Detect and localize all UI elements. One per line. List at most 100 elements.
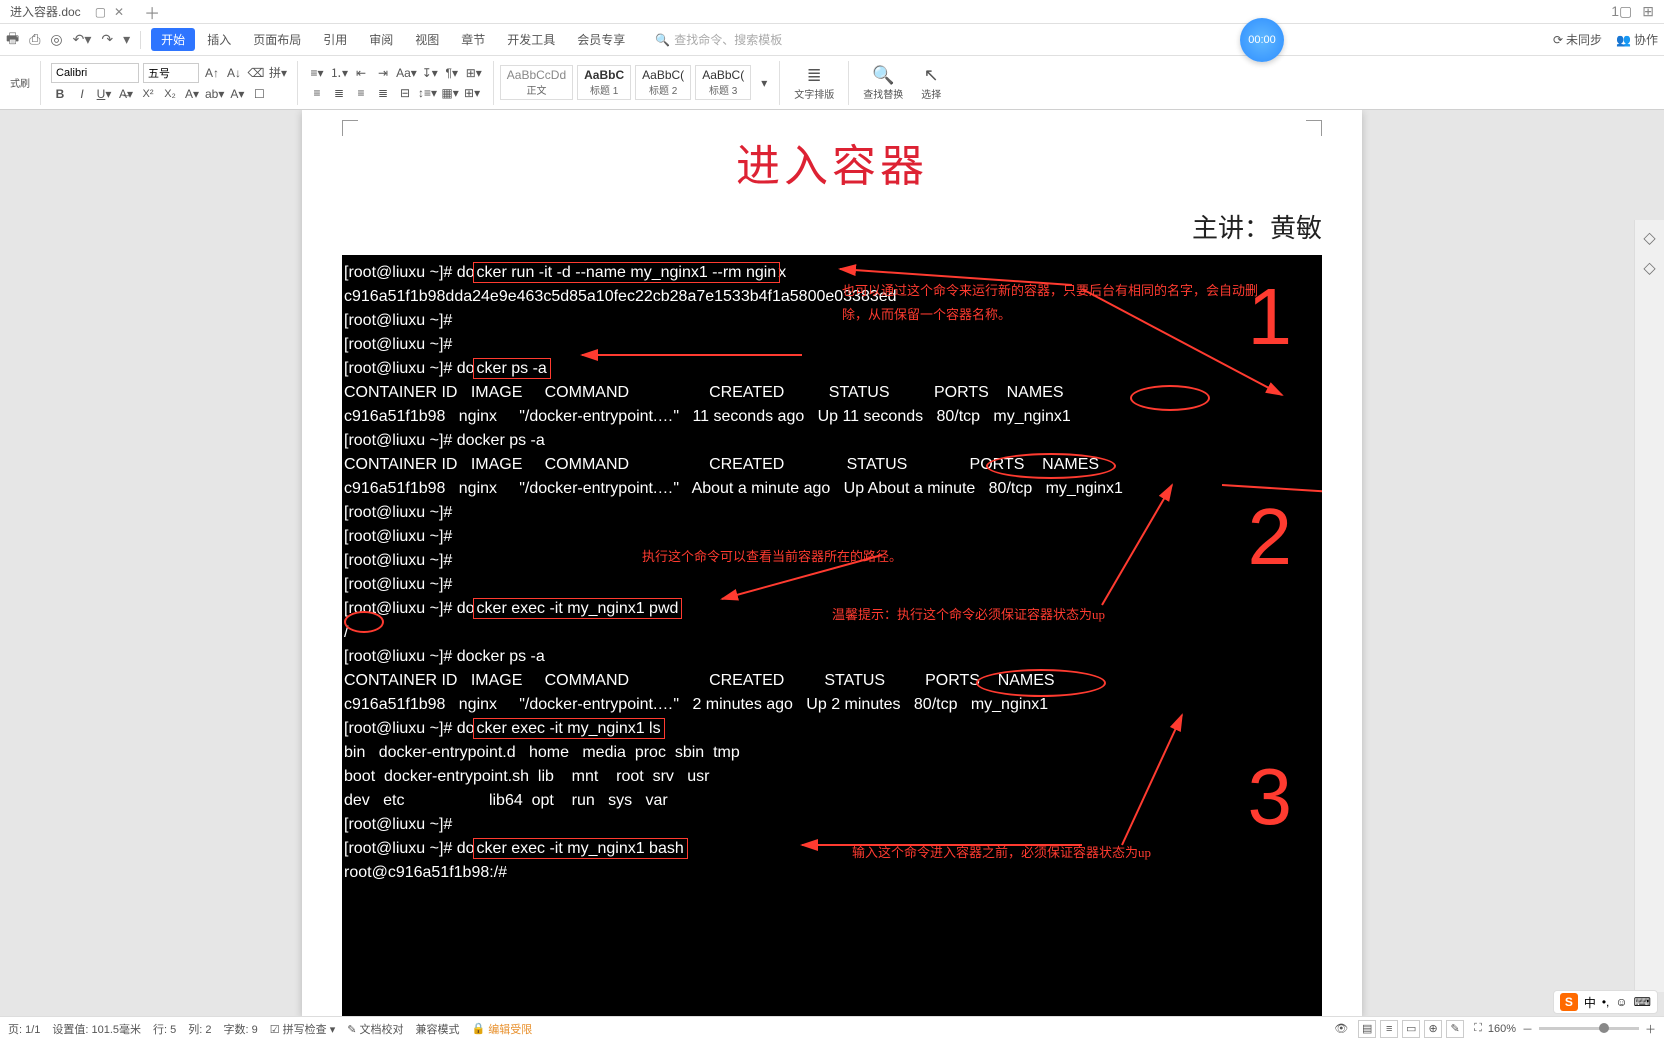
distribute-icon[interactable]: ⊟ (396, 84, 414, 102)
record-timer[interactable]: 00:00 (1240, 18, 1284, 62)
redo-icon[interactable]: ↷ (101, 31, 113, 48)
zoom-control[interactable]: ⛶ 160% － ＋ (1474, 1021, 1656, 1037)
ime-lang[interactable]: 中 (1584, 994, 1596, 1011)
quick-print-icon[interactable]: ◎ (50, 31, 62, 48)
status-doccheck[interactable]: ✎ 文档校对 (347, 1021, 403, 1037)
ime-punct[interactable]: •, (1602, 995, 1610, 1009)
terminal-line: [root@liuxu ~]# docker exec -it my_nginx… (344, 837, 1320, 861)
tab-view[interactable]: 视图 (405, 28, 449, 51)
sort-icon[interactable]: ↧▾ (421, 64, 439, 82)
italic-icon[interactable]: I (73, 85, 91, 103)
command-search[interactable]: 🔍 查找命令、搜索模板 (655, 31, 782, 48)
terminal-screenshot: [root@liuxu ~]# docker run -it -d --name… (342, 255, 1322, 1016)
ime-emoji[interactable]: ☺ (1615, 995, 1627, 1009)
underline-icon[interactable]: U▾ (95, 85, 113, 103)
magnifier-icon: 🔍 (872, 65, 894, 86)
view-web-icon[interactable]: ⊕ (1424, 1020, 1442, 1038)
format-painter-label[interactable]: 式刷 (10, 75, 30, 90)
align-left-icon[interactable]: ≡ (308, 84, 326, 102)
align-center-icon[interactable]: ≣ (330, 84, 348, 102)
search-icon: 🔍 (655, 33, 670, 47)
clear-format-icon[interactable]: ⌫ (247, 64, 265, 82)
highlight-icon[interactable]: ab▾ (205, 85, 224, 103)
styles-gallery[interactable]: AaBbCcDd 正文 AaBbC 标题 1 AaBbC( 标题 2 AaBbC… (500, 65, 773, 100)
tabs-icon[interactable]: ⊞▾ (465, 64, 483, 82)
document-area[interactable]: 进入容器 主讲：黄敏 [root@liuxu ~]# docker run -i… (0, 110, 1664, 1016)
rail-icon[interactable]: ◇ (1643, 258, 1655, 278)
bold-icon[interactable]: B (51, 85, 69, 103)
font-effect-icon[interactable]: A▾ (228, 85, 246, 103)
window-mode-icon[interactable]: 1▢ (1611, 3, 1632, 20)
zoom-slider[interactable] (1539, 1027, 1639, 1030)
document-tab[interactable]: 进入容器.doc ▢ ✕ (0, 0, 134, 23)
numbering-icon[interactable]: ⒈▾ (330, 64, 348, 82)
grow-font-icon[interactable]: A↑ (203, 64, 221, 82)
borders-icon[interactable]: ⊞▾ (463, 84, 481, 102)
justify-icon[interactable]: ≣ (374, 84, 392, 102)
undo-icon[interactable]: ↶▾ (73, 31, 92, 48)
tab-start[interactable]: 开始 (151, 28, 195, 51)
style-normal[interactable]: AaBbCcDd 正文 (500, 65, 573, 100)
select-button[interactable]: ↖ 选择 (913, 65, 949, 101)
subscript-icon[interactable]: X₂ (161, 85, 179, 103)
font-name-select[interactable] (51, 63, 139, 83)
strike-icon[interactable]: A̶▾ (117, 85, 135, 103)
tab-pin-icon[interactable]: ▢ (95, 5, 106, 19)
collab-button[interactable]: 👥 协作 (1616, 31, 1658, 48)
status-row[interactable]: 行: 5 (153, 1021, 176, 1037)
text-layout-button[interactable]: ≣ 文字排版 (786, 65, 842, 101)
status-compat[interactable]: 兼容模式 (416, 1021, 460, 1037)
line-spacing-icon[interactable]: ↕≡▾ (418, 84, 437, 102)
tab-close-icon[interactable]: ✕ (114, 5, 124, 19)
superscript-icon[interactable]: X² (139, 85, 157, 103)
eye-icon[interactable]: 👁 (1334, 1022, 1348, 1035)
font-size-select[interactable] (143, 63, 199, 83)
view-read-icon[interactable]: ▭ (1402, 1020, 1420, 1038)
tab-insert[interactable]: 插入 (197, 28, 241, 51)
tab-chapter[interactable]: 章节 (451, 28, 495, 51)
show-marks-icon[interactable]: ¶▾ (443, 64, 461, 82)
style-h1[interactable]: AaBbC 标题 1 (577, 65, 631, 100)
ime-keyboard-icon[interactable]: ⌨ (1634, 995, 1651, 1009)
font-color-icon[interactable]: A▾ (183, 85, 201, 103)
outdent-icon[interactable]: ⇤ (352, 64, 370, 82)
status-lock[interactable]: 🔒 编辑受限 (472, 1021, 533, 1037)
status-page[interactable]: 页: 1/1 (8, 1021, 40, 1037)
view-draft-icon[interactable]: ✎ (1446, 1020, 1464, 1038)
tab-pagelayout[interactable]: 页面布局 (243, 28, 311, 51)
styles-more-icon[interactable]: ▾ (755, 74, 773, 92)
shrink-font-icon[interactable]: A↓ (225, 64, 243, 82)
status-spellcheck[interactable]: ☑ 拼写检查 ▾ (270, 1021, 336, 1037)
zoom-in-icon[interactable]: ＋ (1645, 1021, 1656, 1037)
tab-member[interactable]: 会员专享 (567, 28, 635, 51)
tab-reference[interactable]: 引用 (313, 28, 357, 51)
grid-icon[interactable]: ⊞ (1642, 3, 1654, 20)
shading-icon[interactable]: ▦▾ (441, 84, 459, 102)
status-position[interactable]: 设置值: 101.5毫米 (52, 1021, 141, 1037)
new-tab-button[interactable]: ＋ (134, 0, 170, 24)
zoom-out-icon[interactable]: － (1522, 1021, 1533, 1037)
view-outline-icon[interactable]: ≡ (1380, 1020, 1398, 1038)
sync-status[interactable]: ⟳ 未同步 (1553, 31, 1602, 48)
char-border-icon[interactable]: ☐ (250, 85, 268, 103)
indent-icon[interactable]: ⇥ (374, 64, 392, 82)
bullets-icon[interactable]: ≡▾ (308, 64, 326, 82)
tab-review[interactable]: 审阅 (359, 28, 403, 51)
rail-icon[interactable]: ◇ (1643, 228, 1655, 248)
view-page-icon[interactable]: ▤ (1358, 1020, 1376, 1038)
more-qa-icon[interactable]: ▾ (123, 31, 130, 48)
align-right-icon[interactable]: ≡ (352, 84, 370, 102)
ime-bar[interactable]: S 中 •, ☺ ⌨ (1553, 990, 1658, 1014)
print-icon[interactable]: 🖶 (6, 28, 19, 52)
zoom-value[interactable]: 160% (1488, 1023, 1516, 1035)
pinyin-icon[interactable]: 拼▾ (269, 64, 287, 82)
style-h3[interactable]: AaBbC( 标题 3 (695, 65, 751, 100)
tab-dev[interactable]: 开发工具 (497, 28, 565, 51)
case-icon[interactable]: Aa▾ (396, 64, 417, 82)
zoom-fit-icon[interactable]: ⛶ (1474, 1022, 1482, 1035)
status-col[interactable]: 列: 2 (188, 1021, 211, 1037)
print-preview-icon[interactable]: ⎙ (29, 31, 40, 48)
style-h2[interactable]: AaBbC( 标题 2 (635, 65, 691, 100)
status-chars[interactable]: 字数: 9 (224, 1021, 258, 1037)
find-replace-button[interactable]: 🔍 查找替换 (855, 65, 911, 101)
